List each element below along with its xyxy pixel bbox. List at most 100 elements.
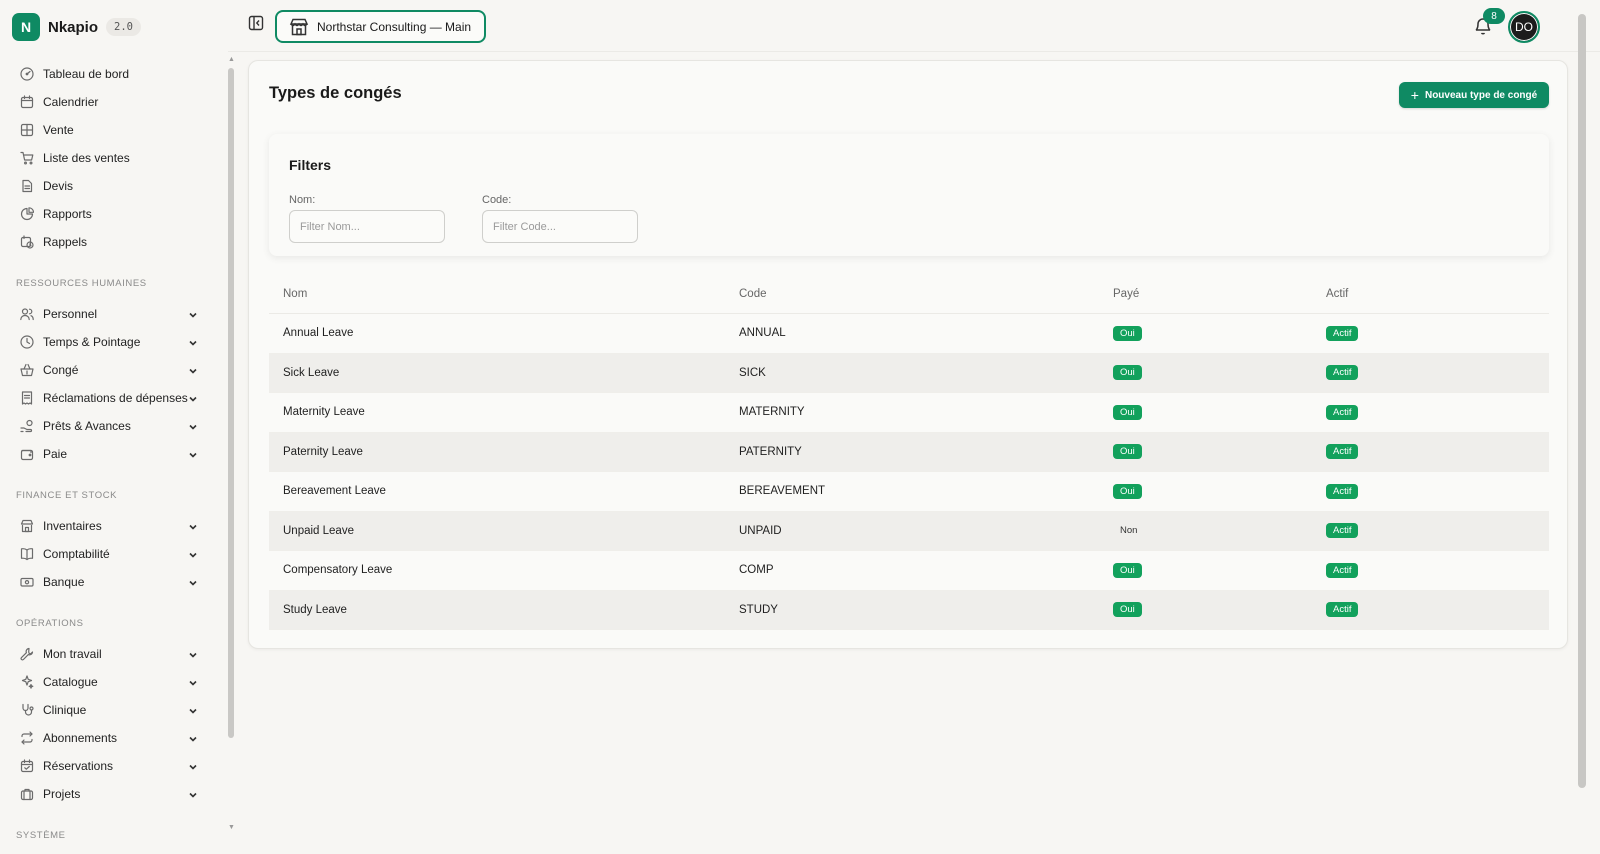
sidebar-item-personnel[interactable]: Personnel: [0, 300, 212, 328]
active-badge: Actif: [1326, 404, 1359, 420]
chevron-down-icon[interactable]: [188, 705, 198, 715]
chevron-down-icon[interactable]: [188, 733, 198, 743]
header-code[interactable]: Code: [739, 288, 1113, 300]
calendar-icon: [20, 95, 34, 109]
sidebar-item-label: Tableau de bord: [43, 67, 130, 81]
sidebar-item-liste-des-ventes[interactable]: Liste des ventes: [0, 144, 212, 172]
sidebar-item-conge[interactable]: Congé: [0, 356, 212, 384]
sidebar-item-devis[interactable]: Devis: [0, 172, 212, 200]
tenant-name: Northstar Consulting — Main: [317, 19, 472, 34]
sidebar-item-reclamations-de-depenses[interactable]: Réclamations de dépenses: [0, 384, 212, 412]
table-row[interactable]: Bereavement Leave BEREAVEMENT Oui Actif: [269, 472, 1549, 512]
cell-code: PATERNITY: [739, 445, 802, 458]
chevron-down-icon[interactable]: [188, 577, 198, 587]
table-row[interactable]: Sick Leave SICK Oui Actif: [269, 353, 1549, 393]
chevron-down-icon[interactable]: [188, 789, 198, 799]
chevron-down-icon[interactable]: [188, 649, 198, 659]
active-badge: Actif: [1326, 444, 1359, 460]
sidebar-item-mon-travail[interactable]: Mon travail: [0, 640, 212, 668]
sidebar-item-rappels[interactable]: Rappels: [0, 228, 212, 256]
sidebar-item-inventaires[interactable]: Inventaires: [0, 512, 212, 540]
cell-active: Actif: [1326, 523, 1526, 539]
sidebar-item-vente[interactable]: Vente: [0, 116, 212, 144]
basket-icon: [20, 363, 34, 377]
table-header: Nom Code Payé Actif: [269, 275, 1549, 314]
filters-panel: Filters Nom: Code:: [269, 134, 1549, 256]
user-avatar[interactable]: DO: [1508, 11, 1540, 43]
sidebar-item-temps-pointage[interactable]: Temps & Pointage: [0, 328, 212, 356]
sidebar-item-reservations[interactable]: Réservations: [0, 752, 212, 780]
chevron-down-icon[interactable]: [188, 309, 198, 319]
table-row[interactable]: Paternity Leave PATERNITY Oui Actif: [269, 432, 1549, 472]
name-filter-label: Nom:: [289, 194, 316, 206]
chevron-down-icon[interactable]: [188, 449, 198, 459]
filters-title: Filters: [289, 157, 332, 173]
cell-name: Sick Leave: [283, 366, 340, 379]
cell-active: Actif: [1326, 483, 1526, 499]
chevron-down-icon[interactable]: [188, 337, 198, 347]
sidebar-section-title: SYSTÈME: [16, 830, 66, 841]
sidebar-item-comptabilite[interactable]: Comptabilité: [0, 540, 212, 568]
cell-name: Annual Leave: [283, 327, 354, 340]
cell-code: COMP: [739, 564, 774, 577]
sidebar-item-projets[interactable]: Projets: [0, 780, 212, 808]
active-badge: Actif: [1326, 562, 1359, 578]
sidebar-item-banque[interactable]: Banque: [0, 568, 212, 596]
table-row[interactable]: Annual Leave ANNUAL Oui Actif: [269, 314, 1549, 354]
code-filter-input[interactable]: [482, 210, 638, 243]
cell-code: BEREAVEMENT: [739, 485, 826, 498]
sidebar-item-tableau-de-bord[interactable]: Tableau de bord: [0, 60, 212, 88]
header-active[interactable]: Actif: [1326, 288, 1526, 300]
header-paid[interactable]: Payé: [1113, 288, 1326, 300]
table-row[interactable]: Compensatory Leave COMP Oui Actif: [269, 551, 1549, 591]
scroll-up-arrow[interactable]: ▲: [228, 56, 235, 63]
active-badge: Actif: [1326, 523, 1359, 539]
calendar-check-icon: [20, 759, 34, 773]
scroll-down-arrow[interactable]: ▼: [228, 824, 235, 831]
cell-paid: Oui: [1113, 365, 1326, 381]
chevron-down-icon[interactable]: [188, 365, 198, 375]
chevron-down-icon[interactable]: [188, 677, 198, 687]
chevron-down-icon[interactable]: [188, 549, 198, 559]
page-scrollbar[interactable]: [1578, 14, 1586, 788]
chevron-down-icon[interactable]: [188, 421, 198, 431]
cell-paid: Oui: [1113, 325, 1326, 341]
chevron-down-icon[interactable]: [188, 393, 198, 403]
sidebar-item-label: Catalogue: [43, 675, 98, 689]
sidebar-scrollbar[interactable]: [228, 68, 234, 738]
cell-name: Study Leave: [283, 603, 347, 616]
paid-badge: Oui: [1113, 602, 1142, 618]
sidebar-item-label: Vente: [43, 123, 74, 137]
tenant-selector[interactable]: Northstar Consulting — Main: [275, 10, 487, 43]
sidebar-item-calendrier[interactable]: Calendrier: [0, 88, 212, 116]
chevron-down-icon[interactable]: [188, 521, 198, 531]
chevron-down-icon[interactable]: [188, 761, 198, 771]
sidebar-item-label: Clinique: [43, 703, 87, 717]
sidebar-item-label: Réservations: [43, 759, 114, 773]
name-filter-input[interactable]: [289, 210, 445, 243]
sidebar-item-label: Devis: [43, 179, 74, 193]
sparkles-icon: [20, 675, 34, 689]
sidebar-item-label: Congé: [43, 363, 79, 377]
cell-name: Unpaid Leave: [283, 524, 354, 537]
active-badge: Actif: [1326, 483, 1359, 499]
table-row[interactable]: Study Leave STUDY Oui Actif: [269, 590, 1549, 630]
sidebar-item-catalogue[interactable]: Catalogue: [0, 668, 212, 696]
cell-name: Bereavement Leave: [283, 485, 386, 498]
sidebar-item-clinique[interactable]: Clinique: [0, 696, 212, 724]
sidebar-item-rapports[interactable]: Rapports: [0, 200, 212, 228]
table-row[interactable]: Maternity Leave MATERNITY Oui Actif: [269, 393, 1549, 433]
sidebar-section-title: RESSOURCES HUMAINES: [16, 278, 147, 289]
sidebar-item-abonnements[interactable]: Abonnements: [0, 724, 212, 752]
table-row[interactable]: Unpaid Leave UNPAID Non Actif: [269, 511, 1549, 551]
version-badge: 2.0: [106, 18, 141, 36]
sidebar-toggle-icon[interactable]: [248, 15, 264, 31]
brand[interactable]: N Nkapio 2.0: [12, 12, 141, 42]
sidebar-item-prets-avances[interactable]: Prêts & Avances: [0, 412, 212, 440]
paid-badge: Oui: [1113, 444, 1142, 460]
new-leave-type-button[interactable]: + Nouveau type de congé: [1399, 82, 1549, 108]
header-name[interactable]: Nom: [269, 288, 739, 300]
sidebar-item-paie[interactable]: Paie: [0, 440, 212, 468]
sidebar-section-title: FINANCE ET STOCK: [16, 490, 118, 501]
cart-icon: [20, 151, 34, 165]
